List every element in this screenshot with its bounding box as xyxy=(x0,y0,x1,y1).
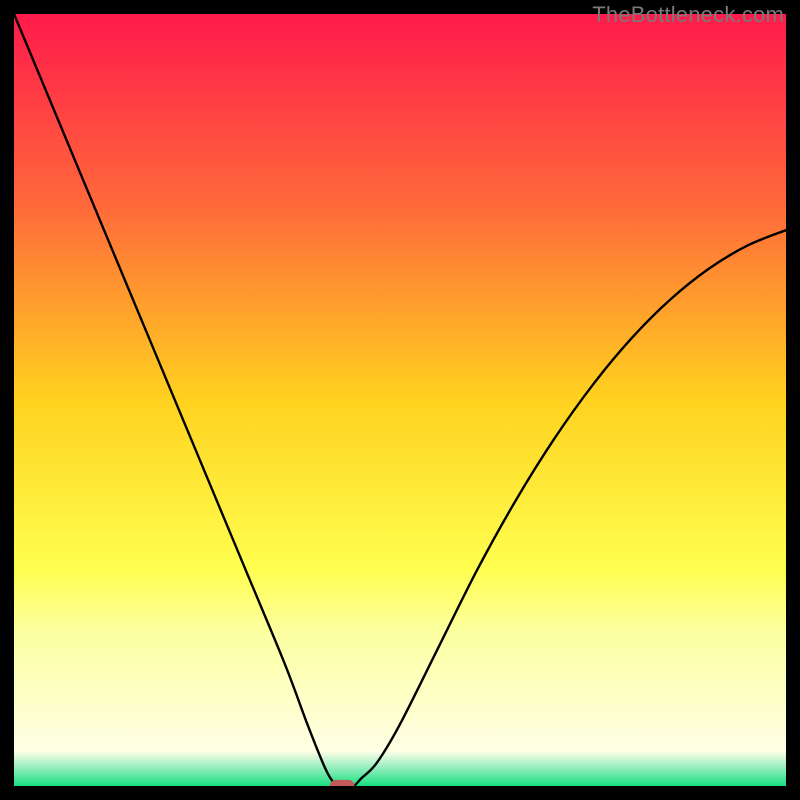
optimal-marker xyxy=(330,780,355,786)
chart-background xyxy=(14,14,786,786)
bottleneck-chart xyxy=(14,14,786,786)
chart-frame xyxy=(14,14,786,786)
watermark-text: TheBottleneck.com xyxy=(592,2,784,28)
